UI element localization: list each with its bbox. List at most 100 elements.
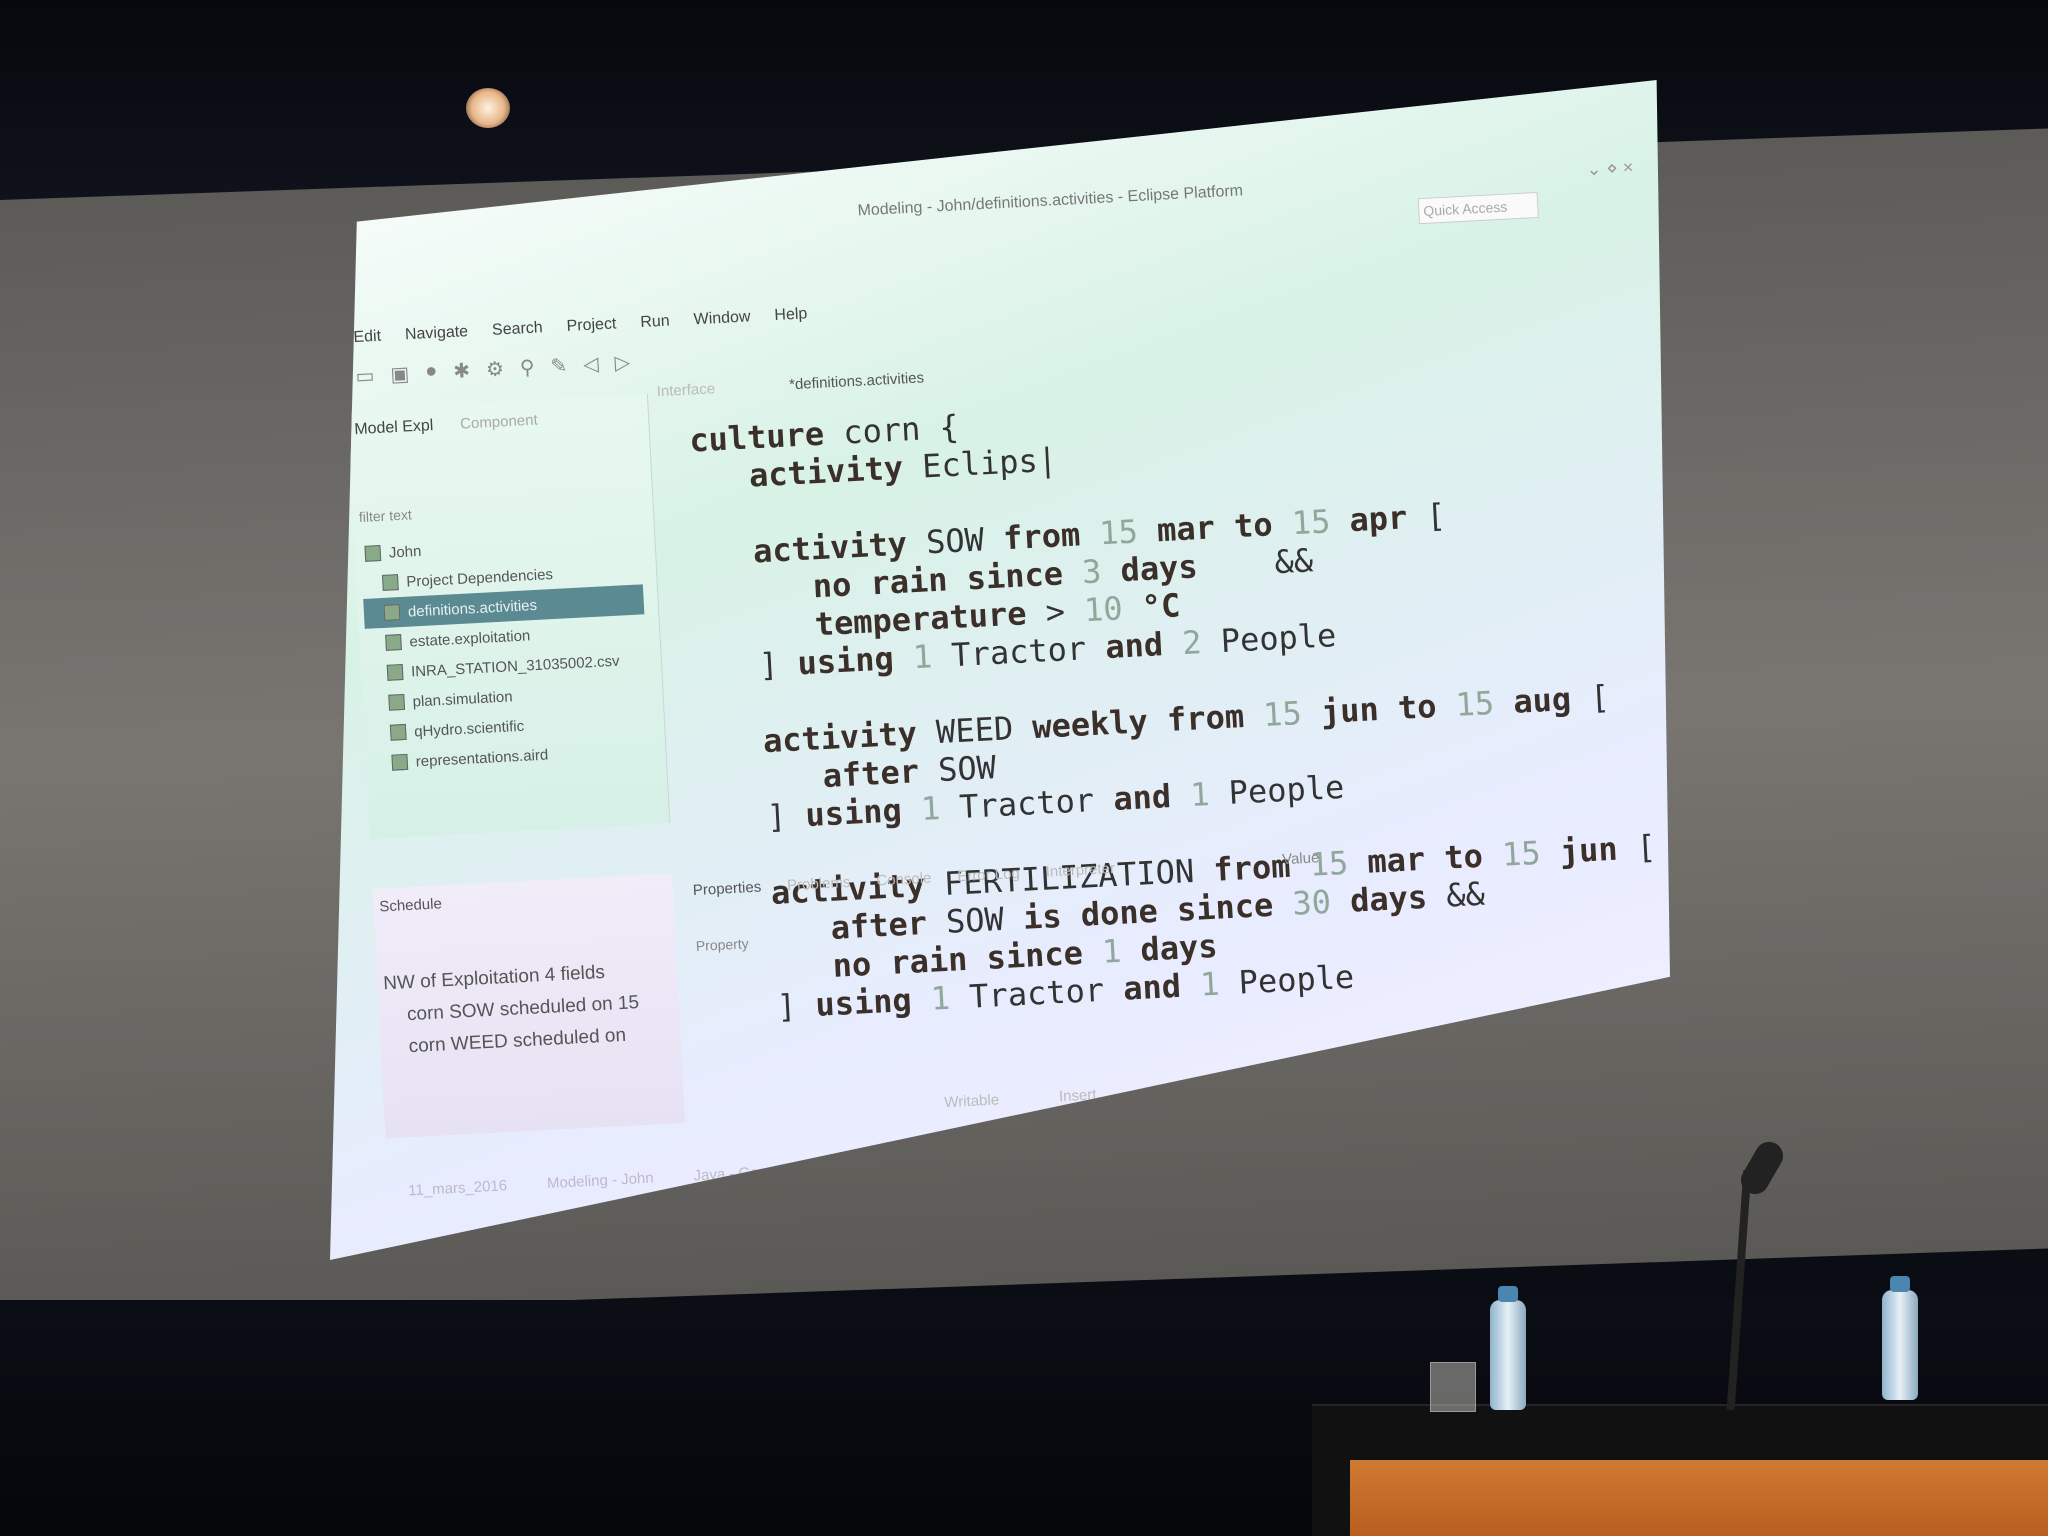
window-controls[interactable]: ⌄ ⋄ × xyxy=(1586,157,1634,180)
code-token: [ xyxy=(1589,677,1611,717)
bottle-cap xyxy=(1498,1286,1518,1302)
properties-tab[interactable]: Error Log xyxy=(957,865,1020,885)
code-token: [ xyxy=(1425,496,1447,536)
code-token: 15 xyxy=(1454,682,1515,724)
code-token: 15 xyxy=(1262,693,1322,735)
code-token: using xyxy=(796,638,914,683)
settings-icon[interactable]: ⚙ xyxy=(485,356,504,382)
project-icon xyxy=(364,544,382,562)
code-token: SOW xyxy=(937,748,997,790)
schedule-list: NW of Exploitation 4 fields corn SOW sche… xyxy=(383,954,658,1064)
code-token: 10 xyxy=(1083,588,1143,630)
properties-tab[interactable]: Console xyxy=(876,870,932,890)
code-token: WEED xyxy=(935,708,1034,752)
schedule-panel: Schedule NW of Exploitation 4 fields corn… xyxy=(372,873,686,1139)
new-icon[interactable]: ▭ xyxy=(355,363,375,389)
value-column-header: Value xyxy=(1281,849,1320,869)
code-token: jun xyxy=(1319,688,1399,731)
quick-access-input[interactable]: Quick Access xyxy=(1417,191,1539,225)
code-token: 1 xyxy=(911,636,953,677)
schedule-tab[interactable]: Schedule xyxy=(379,895,442,915)
code-token: corn { xyxy=(842,407,960,452)
code-token: Tractor xyxy=(950,628,1107,675)
properties-tab[interactable]: Problems xyxy=(787,874,851,894)
menu-bar: Edit Navigate Search Project Run Window … xyxy=(353,305,808,347)
code-token: and xyxy=(1104,624,1184,667)
code-token: days xyxy=(1119,546,1218,590)
run-icon[interactable]: ● xyxy=(425,360,438,386)
tab-interface[interactable]: Interface xyxy=(656,380,715,400)
code-token: 3 xyxy=(1081,551,1122,592)
file-icon xyxy=(389,723,407,741)
code-token: Eclips| xyxy=(921,440,1058,486)
file-icon xyxy=(388,693,406,711)
code-token: Tractor xyxy=(958,780,1115,827)
menu-help[interactable]: Help xyxy=(774,305,808,325)
menu-edit[interactable]: Edit xyxy=(353,328,381,347)
minimize-icon[interactable]: ⌄ xyxy=(1586,159,1602,180)
file-icon xyxy=(391,753,409,771)
tree-item-label: estate.exploitation xyxy=(409,626,531,651)
menu-run[interactable]: Run xyxy=(640,313,670,333)
tree-item-label: Project Dependencies xyxy=(405,565,554,591)
code-token: > xyxy=(1044,591,1086,632)
back-icon[interactable]: ◁ xyxy=(583,351,600,377)
code-token: °C xyxy=(1140,586,1182,627)
close-icon[interactable]: × xyxy=(1622,157,1634,178)
component-tab[interactable]: Component xyxy=(460,412,538,433)
model-explorer-panel: Model Expl Component filter text John Pro… xyxy=(347,393,671,839)
window-title: Modeling - John/definitions.activities -… xyxy=(857,182,1244,220)
menu-project[interactable]: Project xyxy=(566,315,617,336)
properties-tab[interactable]: Interpreter xyxy=(1045,860,1115,881)
file-icon xyxy=(383,604,401,621)
forward-icon[interactable]: ▷ xyxy=(614,350,631,376)
tab-definitions-activities[interactable]: *definitions.activities xyxy=(789,369,925,393)
properties-tab[interactable]: Properties xyxy=(692,879,761,900)
edit-icon[interactable]: ✎ xyxy=(550,353,568,379)
tree-item-label: INRA_STATION_31035002.csv xyxy=(410,652,620,681)
menu-search[interactable]: Search xyxy=(492,319,544,340)
taskbar-item[interactable]: 11_mars_2016 xyxy=(408,1177,508,1199)
code-token: 1 xyxy=(919,788,961,829)
code-token: and xyxy=(1112,775,1192,818)
code-token: to xyxy=(1233,504,1293,546)
code-token: from xyxy=(1002,514,1101,558)
code-token: 15 xyxy=(1098,511,1159,553)
toolbar: ▭ ▣ ● ✱ ⚙ ⚲ ✎ ◁ ▷ xyxy=(355,350,631,389)
code-token: using xyxy=(804,790,922,835)
search-icon[interactable]: ⚲ xyxy=(519,355,535,381)
code-token: People xyxy=(1219,616,1338,661)
csv-icon xyxy=(386,663,404,681)
menu-navigate[interactable]: Navigate xyxy=(405,323,469,344)
code-token: apr xyxy=(1348,497,1428,540)
restore-icon[interactable]: ⋄ xyxy=(1606,158,1618,179)
code-token: 15 xyxy=(1290,501,1351,543)
ceiling-spotlight xyxy=(466,88,510,128)
editor-tabs: Interface *definitions.activities xyxy=(656,369,924,400)
tree-item-label: plan.simulation xyxy=(412,687,514,711)
code-token: ] xyxy=(708,796,807,840)
code-token: SOW xyxy=(925,519,1005,562)
code-token: mar xyxy=(1156,507,1236,550)
tree-item-label: definitions.activities xyxy=(407,596,538,621)
podium-front xyxy=(1350,1460,2048,1536)
debug-icon[interactable]: ✱ xyxy=(453,358,471,384)
filter-input[interactable]: filter text xyxy=(358,506,412,525)
water-glass xyxy=(1430,1362,1476,1412)
water-bottle xyxy=(1490,1300,1526,1410)
tree-item-label: representations.aird xyxy=(415,746,549,770)
taskbar-item[interactable]: Modeling - John xyxy=(547,1170,654,1193)
file-icon xyxy=(385,634,402,651)
project-tree: John Project Dependencies definitions.acti… xyxy=(360,524,652,778)
code-token: ] xyxy=(700,644,799,688)
menu-window[interactable]: Window xyxy=(693,308,751,329)
code-editor: Interface *definitions.activities cultur… xyxy=(656,333,1657,1026)
code-token: && xyxy=(1215,541,1314,585)
code-token: 1 xyxy=(1189,773,1230,814)
water-bottle xyxy=(1882,1290,1918,1400)
save-icon[interactable]: ▣ xyxy=(390,361,410,387)
property-column-header: Property xyxy=(695,935,750,955)
status-writable: Writable xyxy=(943,1091,1000,1112)
model-explorer-tab[interactable]: Model Expl xyxy=(354,417,434,439)
code-token: 2 xyxy=(1181,622,1222,663)
